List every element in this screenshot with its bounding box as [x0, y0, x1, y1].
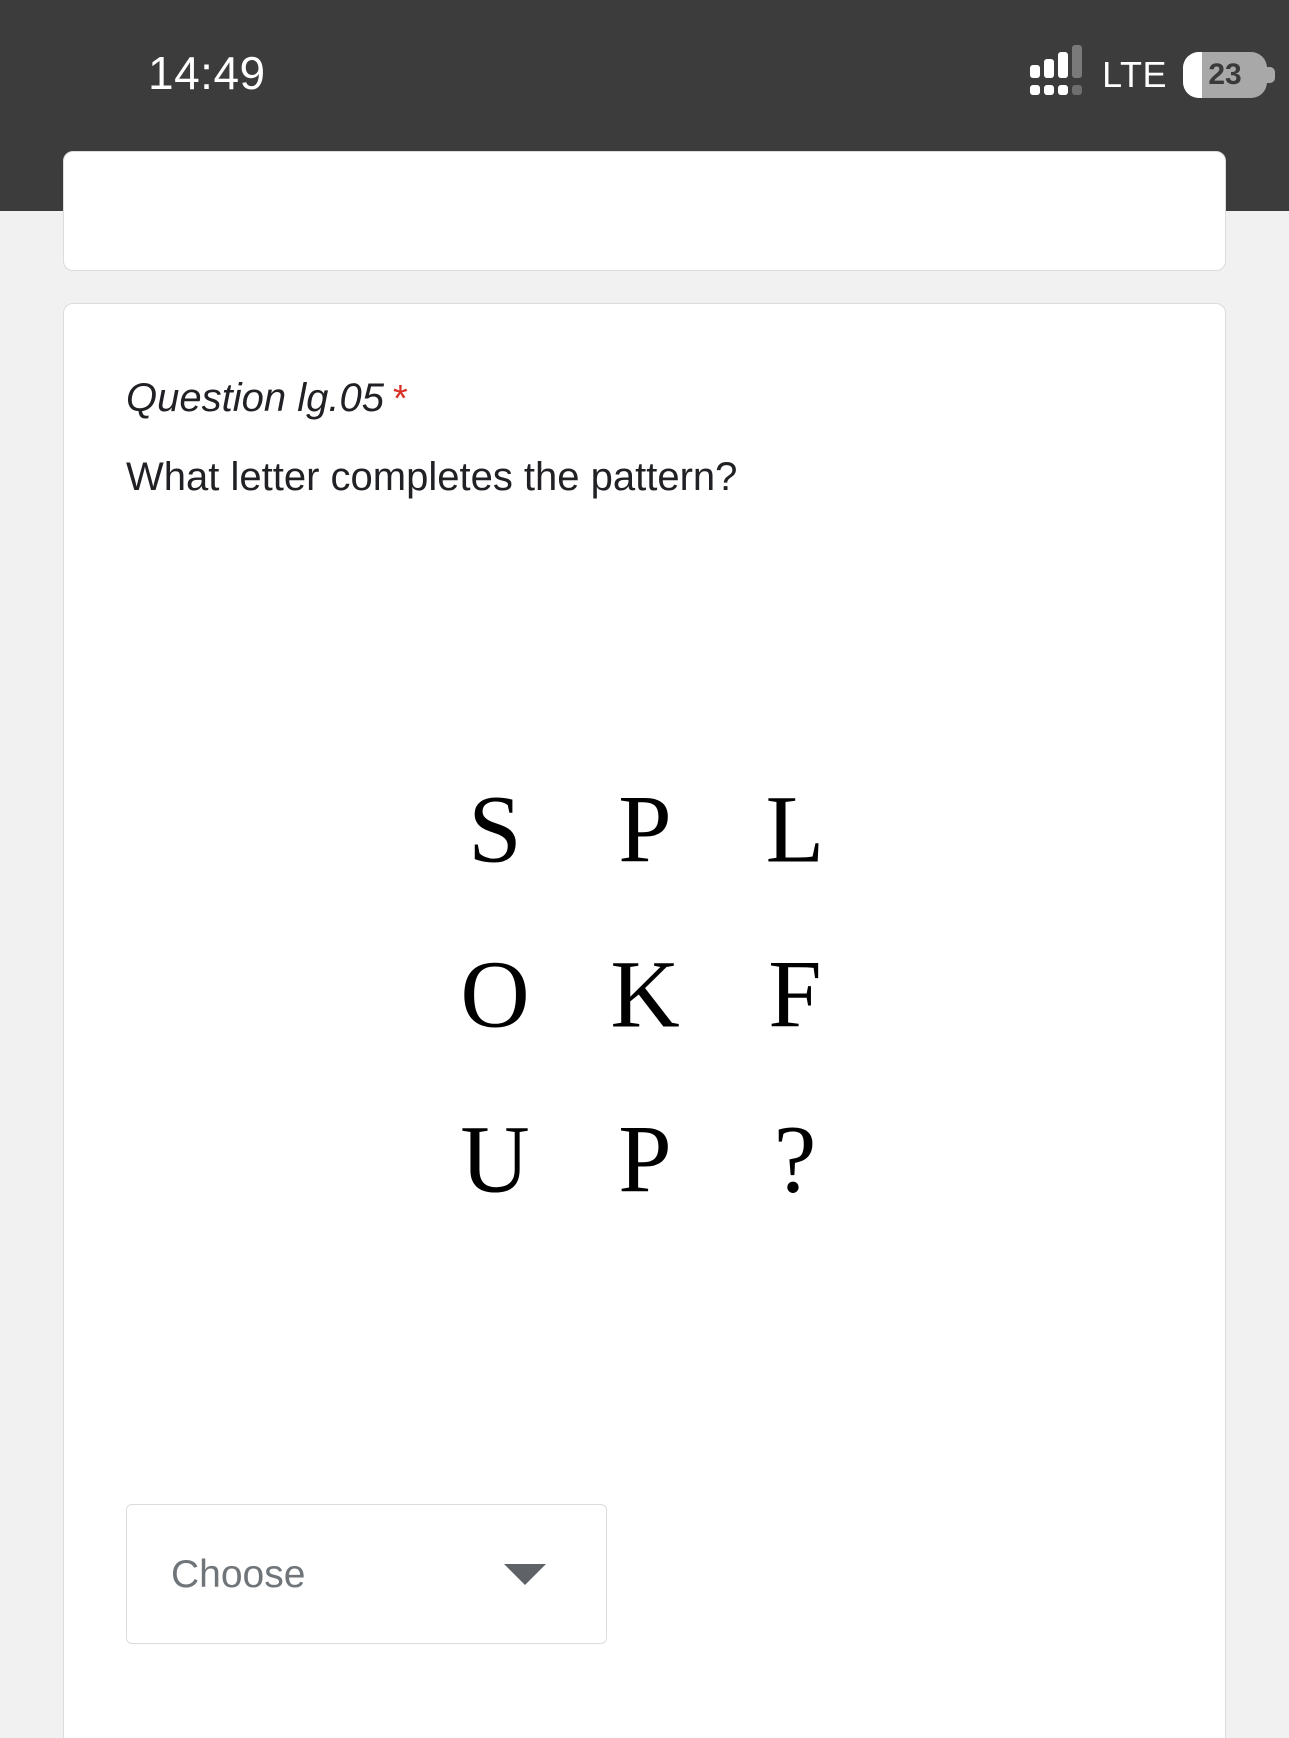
question-card: Question lg.05 * What letter completes th…: [63, 303, 1226, 1738]
signal-dot-3: [1058, 85, 1069, 95]
signal-bar-1: [1030, 65, 1041, 78]
signal-dot-1: [1030, 85, 1041, 95]
battery-percent-label: 23: [1208, 58, 1242, 91]
signal-bar-4: [1072, 45, 1083, 78]
network-type-label: LTE: [1102, 54, 1167, 95]
signal-bar-3: [1058, 52, 1069, 78]
question-label: Question lg.05 *: [126, 374, 408, 423]
letter-cell-r2c3: F: [768, 940, 822, 1047]
signal-dot-2: [1044, 85, 1055, 95]
phone-screen: 14:49 LTE 23 Question lg.05 * What lette…: [0, 0, 1289, 1738]
signal-bars-icon: [1030, 45, 1088, 98]
required-asterisk: *: [392, 378, 408, 420]
letter-cell-r1c2: P: [618, 775, 672, 882]
form-content: Question lg.05 * What letter completes th…: [0, 151, 1289, 1738]
answer-dropdown-value: Choose: [171, 1552, 306, 1596]
letter-grid: S P L O K F U P ?: [420, 747, 870, 1242]
letter-cell-r2c1: O: [460, 940, 530, 1047]
signal-bar-2: [1044, 59, 1055, 78]
letter-pattern-image: S P L O K F U P ?: [126, 604, 1164, 1384]
battery-terminal: [1266, 67, 1275, 83]
letter-cell-r3c3: ?: [773, 1105, 817, 1212]
letter-cell-r2c2: K: [610, 940, 680, 1047]
question-label-text: Question lg.05: [126, 376, 384, 420]
chevron-down-icon: [504, 1563, 546, 1585]
answer-dropdown[interactable]: Choose: [126, 1504, 607, 1644]
status-clock: 14:49: [148, 47, 266, 99]
android-status-bar: 14:49 LTE 23: [0, 0, 1289, 128]
letter-cell-r1c1: S: [468, 775, 522, 882]
letter-cell-r3c1: U: [460, 1105, 530, 1212]
previous-question-card: [63, 151, 1226, 271]
status-icons: LTE 23: [1030, 45, 1275, 98]
question-text: What letter completes the pattern?: [126, 455, 738, 499]
letter-cell-r1c3: L: [765, 775, 825, 882]
signal-dot-4: [1072, 85, 1083, 95]
battery-icon: 23: [1183, 52, 1275, 98]
letter-cell-r3c2: P: [618, 1105, 672, 1212]
